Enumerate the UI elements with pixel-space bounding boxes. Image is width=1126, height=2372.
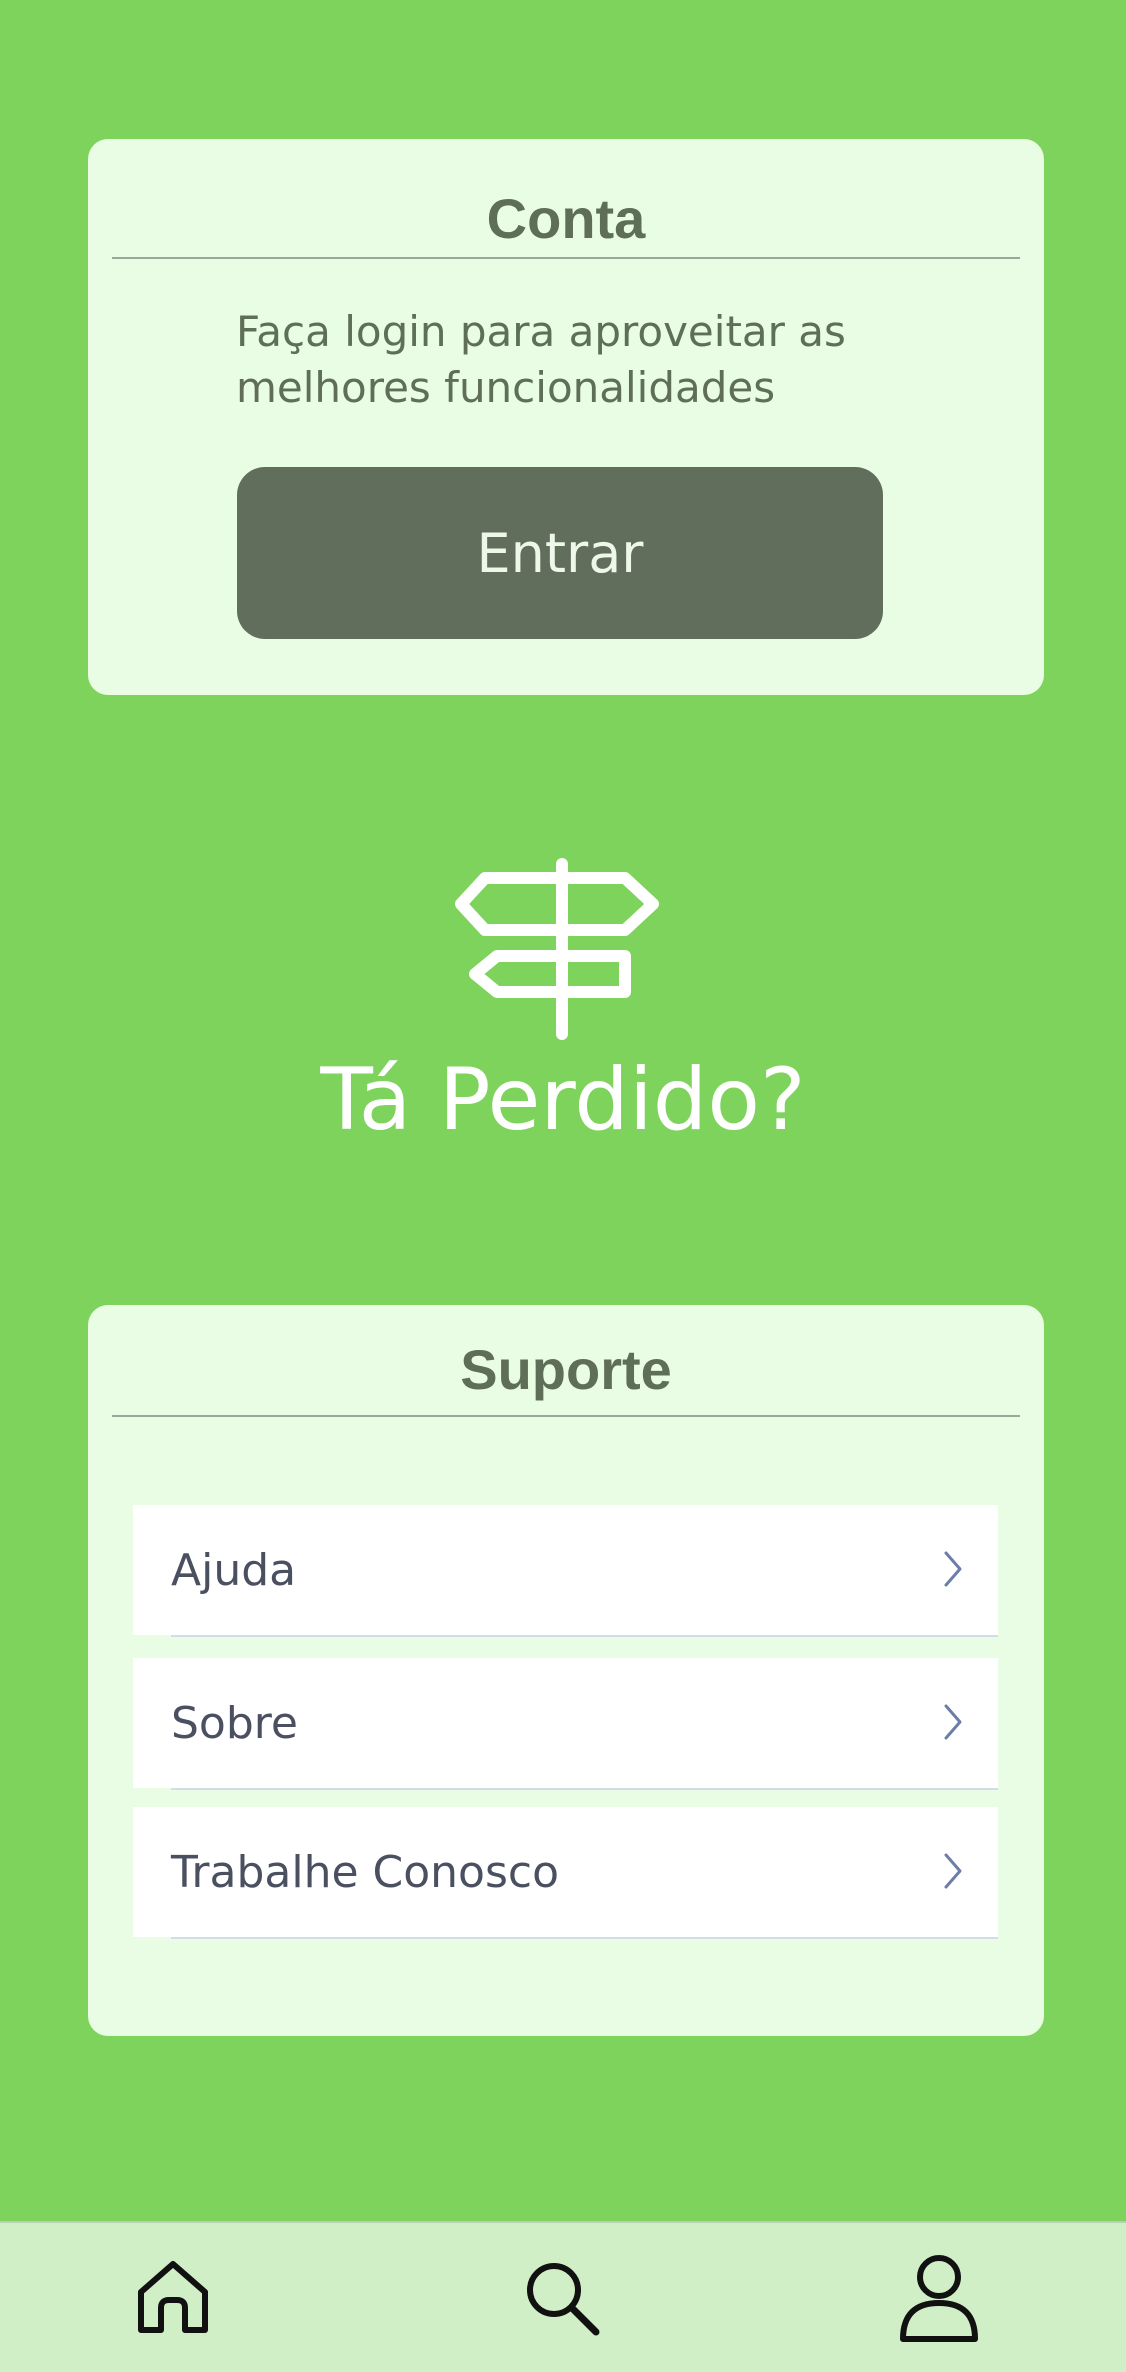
support-item-label: Ajuda bbox=[171, 1544, 297, 1596]
support-item-label: Trabalhe Conosco bbox=[171, 1846, 560, 1898]
nav-home-button[interactable] bbox=[131, 2253, 215, 2343]
home-icon bbox=[138, 2261, 208, 2333]
account-title: Conta bbox=[486, 187, 646, 250]
nav-profile-button[interactable] bbox=[897, 2253, 981, 2343]
support-card: Suporte Ajuda Sobre Trabalhe Conosco bbox=[88, 1305, 1044, 2036]
chevron-right-icon bbox=[944, 1551, 962, 1587]
login-description: Faça login para aproveitar as melhores f… bbox=[236, 307, 846, 412]
support-item-ajuda[interactable]: Ajuda bbox=[133, 1505, 998, 1637]
signpost-icon bbox=[455, 858, 659, 1040]
support-divider bbox=[112, 1415, 1020, 1417]
account-card: Conta Faça login para aproveitar as melh… bbox=[88, 139, 1044, 695]
item-divider bbox=[171, 1937, 998, 1939]
support-title: Suporte bbox=[460, 1338, 672, 1401]
chevron-right-icon bbox=[944, 1704, 962, 1740]
login-button[interactable]: Entrar bbox=[237, 467, 883, 639]
nav-search-button[interactable] bbox=[520, 2253, 604, 2343]
account-divider bbox=[112, 257, 1020, 259]
support-item-label: Sobre bbox=[171, 1697, 298, 1749]
item-divider bbox=[171, 1635, 998, 1637]
chevron-right-icon bbox=[944, 1853, 962, 1889]
lost-title: Tá Perdido? bbox=[320, 1050, 806, 1150]
search-icon bbox=[527, 2263, 600, 2336]
bottom-nav bbox=[0, 2221, 1126, 2372]
profile-icon bbox=[900, 2255, 978, 2342]
support-item-sobre[interactable]: Sobre bbox=[133, 1658, 998, 1790]
item-divider bbox=[171, 1788, 998, 1790]
support-item-trabalhe-conosco[interactable]: Trabalhe Conosco bbox=[133, 1807, 998, 1939]
